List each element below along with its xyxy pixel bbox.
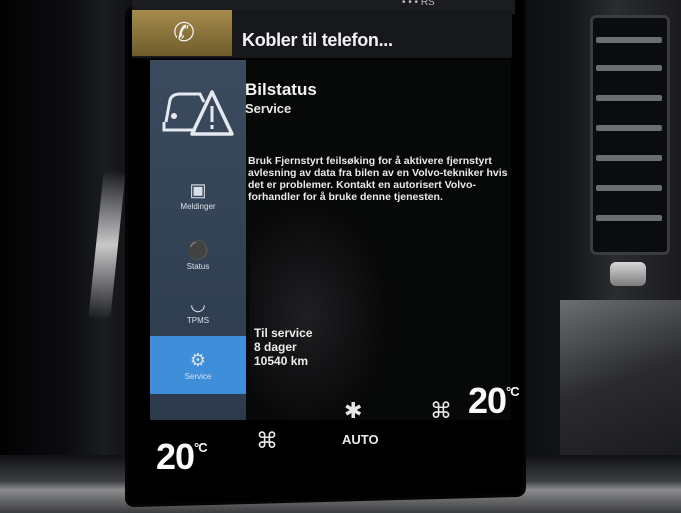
sidebar-item-meldinger[interactable]: ▣ Meldinger <box>150 180 246 211</box>
car-warning-icon <box>162 90 234 136</box>
service-description: Bruk Fjernstyrt feilsøking for å aktiver… <box>248 155 508 203</box>
car-key-icon: ⚫ <box>186 240 210 260</box>
vent-knob[interactable] <box>610 262 646 286</box>
fan-icon[interactable]: ✱ <box>344 398 362 424</box>
right-temp-unit: °C <box>506 384 520 399</box>
service-label: Til service <box>254 326 313 340</box>
screen-reflection <box>250 200 390 430</box>
tire-icon: ◡ <box>190 294 206 314</box>
right-temp-value: 20 <box>468 380 507 421</box>
service-distance: 10540 km <box>254 354 309 368</box>
sidebar-item-tpms[interactable]: ◡ TPMS <box>150 294 246 325</box>
left-temperature[interactable]: 20°C <box>156 436 208 478</box>
air-vent <box>590 15 670 255</box>
sidebar-item-label: Status <box>186 262 210 271</box>
sidebar-item-label: Meldinger <box>180 202 216 211</box>
left-seat-heat-icon[interactable]: ⌘ <box>256 428 278 454</box>
right-seat-heat-icon[interactable]: ⌘ <box>430 398 452 424</box>
call-status-label: Kobler til telefon... <box>242 30 393 50</box>
sidebar-item-label: Service <box>184 372 212 381</box>
sidebar-item-label: TPMS <box>186 316 210 325</box>
wrench-car-icon: ⚙ <box>189 350 207 370</box>
service-days: 8 dager <box>254 340 297 354</box>
top-bar-text: • • • RS <box>402 0 435 8</box>
climate-auto-button[interactable]: AUTO <box>342 432 379 447</box>
page-title: Bilstatus <box>245 80 317 99</box>
service-info: Til service 8 dager 10540 km <box>254 326 313 368</box>
message-truck-icon: ▣ <box>189 180 207 200</box>
sidebar-item-status[interactable]: ⚫ Status <box>150 240 246 271</box>
left-temp-unit: °C <box>194 440 208 455</box>
left-temp-value: 20 <box>156 436 195 477</box>
right-temperature[interactable]: 20°C <box>468 380 520 422</box>
phone-icon[interactable]: ✆ <box>168 16 200 48</box>
page-subtitle: Service <box>245 101 292 116</box>
sidebar-item-service-content[interactable]: ⚙ Service <box>150 350 246 381</box>
